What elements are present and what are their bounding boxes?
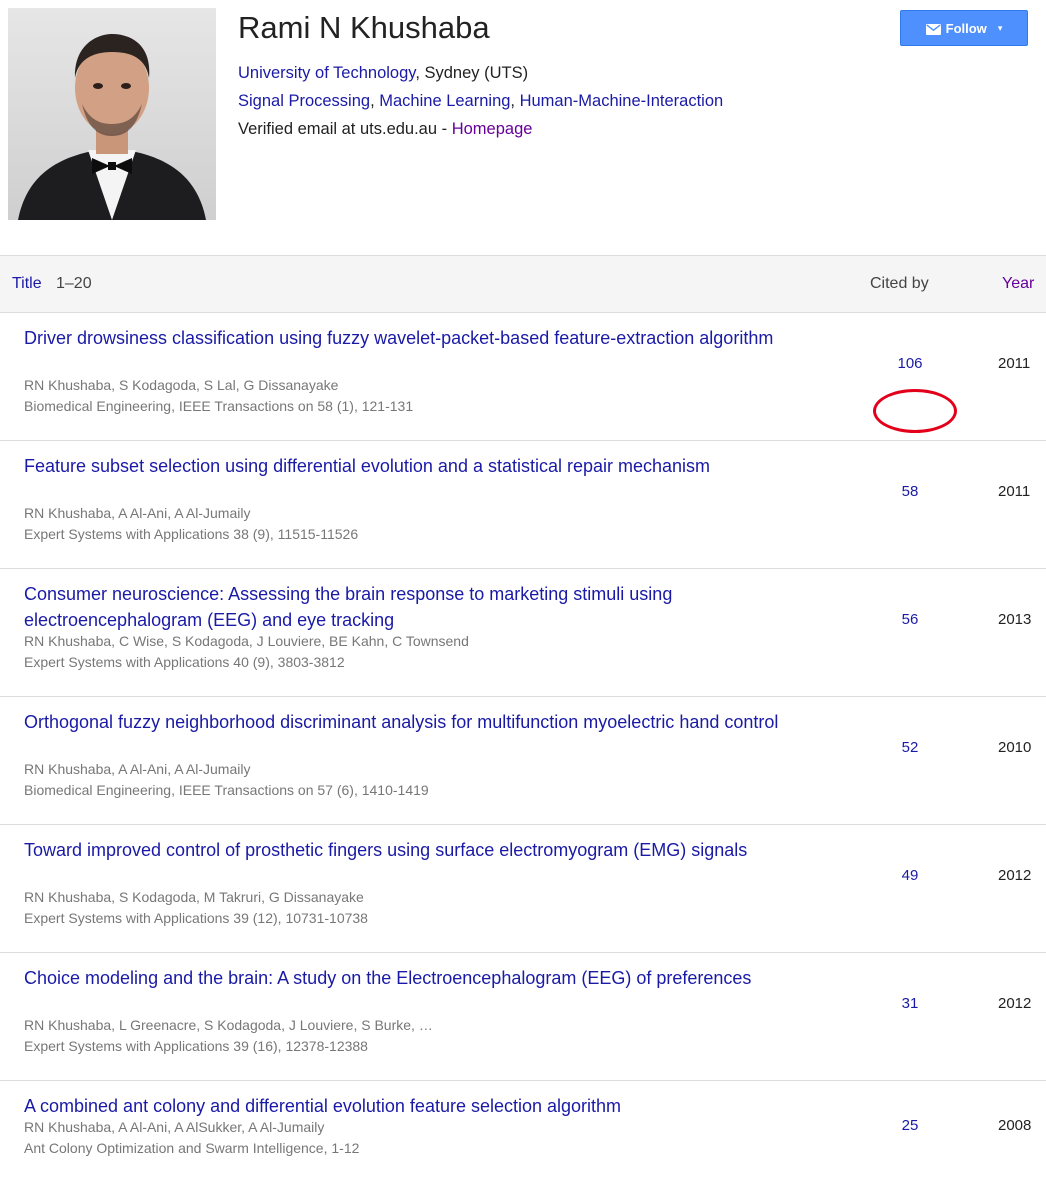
- publication-authors: RN Khushaba, C Wise, S Kodagoda, J Louvi…: [24, 633, 469, 649]
- interest-link[interactable]: Signal Processing: [238, 92, 370, 110]
- results-range: 1–20: [56, 275, 92, 292]
- publication-title-link[interactable]: Orthogonal fuzzy neighborhood discrimina…: [24, 709, 814, 735]
- follow-button[interactable]: Follow ▾: [900, 10, 1028, 46]
- publication-year: 2013: [998, 611, 1032, 628]
- cited-by-link[interactable]: 49: [880, 867, 940, 884]
- table-row: Toward improved control of prosthetic fi…: [0, 825, 1046, 953]
- affiliation-rest: , Sydney (UTS): [415, 64, 529, 82]
- profile-header: Rami N Khushaba University of Technology…: [0, 0, 1046, 230]
- publication-title-link[interactable]: Toward improved control of prosthetic fi…: [24, 837, 814, 863]
- red-highlight-circle: [873, 389, 957, 433]
- cited-by-link[interactable]: 52: [880, 739, 940, 756]
- publication-title-link[interactable]: Feature subset selection using different…: [24, 453, 814, 479]
- publication-authors: RN Khushaba, S Kodagoda, S Lal, G Dissan…: [24, 377, 339, 393]
- publication-venue: Ant Colony Optimization and Swarm Intell…: [24, 1140, 360, 1156]
- publication-venue: Expert Systems with Applications 40 (9),…: [24, 654, 345, 670]
- cited-by-link[interactable]: 25: [880, 1117, 940, 1134]
- publications-table: Title 1–20 Cited by Year Driver drowsine…: [0, 255, 1046, 1181]
- cited-by-link[interactable]: 56: [880, 611, 940, 628]
- publication-title-link[interactable]: Driver drowsiness classification using f…: [24, 325, 814, 351]
- affiliation-link[interactable]: University of Technology: [238, 64, 415, 82]
- table-row: Orthogonal fuzzy neighborhood discrimina…: [0, 697, 1046, 825]
- publication-authors: RN Khushaba, L Greenacre, S Kodagoda, J …: [24, 1017, 433, 1033]
- mail-icon: [925, 23, 941, 35]
- publication-title-link[interactable]: A combined ant colony and differential e…: [24, 1093, 814, 1119]
- publication-title-link[interactable]: Choice modeling and the brain: A study o…: [24, 965, 814, 991]
- publication-venue: Expert Systems with Applications 38 (9),…: [24, 526, 359, 542]
- person-photo-icon: [8, 8, 216, 220]
- email-line: Verified email at uts.edu.au - Homepage: [238, 120, 532, 139]
- cited-by-link[interactable]: 106: [880, 355, 940, 372]
- cited-by-link[interactable]: 58: [880, 483, 940, 500]
- publication-title-link[interactable]: Consumer neuroscience: Assessing the bra…: [24, 581, 814, 633]
- interest-link[interactable]: Machine Learning: [379, 92, 510, 110]
- email-text: Verified email at uts.edu.au -: [238, 120, 452, 138]
- publication-authors: RN Khushaba, A Al-Ani, A Al-Jumaily: [24, 761, 251, 777]
- table-row: A combined ant colony and differential e…: [0, 1081, 1046, 1181]
- publication-authors: RN Khushaba, A Al-Ani, A Al-Jumaily: [24, 505, 251, 521]
- cited-by-link[interactable]: 31: [880, 995, 940, 1012]
- publication-year: 2010: [998, 739, 1032, 756]
- publication-venue: Biomedical Engineering, IEEE Transaction…: [24, 398, 414, 414]
- interest-separator: ,: [370, 92, 380, 110]
- publication-venue: Biomedical Engineering, IEEE Transaction…: [24, 782, 429, 798]
- publication-year: 2008: [998, 1117, 1032, 1134]
- affiliation: University of Technology, Sydney (UTS): [238, 64, 528, 83]
- follow-label: Follow: [945, 20, 987, 36]
- publication-year: 2012: [998, 867, 1032, 884]
- profile-name: Rami N Khushaba: [238, 10, 490, 45]
- table-row: Consumer neuroscience: Assessing the bra…: [0, 569, 1046, 697]
- publication-venue: Expert Systems with Applications 39 (12)…: [24, 910, 368, 926]
- publication-year: 2012: [998, 995, 1032, 1012]
- table-row: Choice modeling and the brain: A study o…: [0, 953, 1046, 1081]
- publication-authors: RN Khushaba, S Kodagoda, M Takruri, G Di…: [24, 889, 364, 905]
- cited-by-header[interactable]: Cited by: [870, 256, 929, 312]
- table-header: Title 1–20 Cited by Year: [0, 255, 1046, 313]
- sort-by-year[interactable]: Year: [1002, 256, 1034, 312]
- publication-venue: Expert Systems with Applications 39 (16)…: [24, 1038, 368, 1054]
- table-row: Driver drowsiness classification using f…: [0, 313, 1046, 441]
- homepage-link[interactable]: Homepage: [452, 120, 533, 138]
- interest-separator: ,: [510, 92, 520, 110]
- table-row: Feature subset selection using different…: [0, 441, 1046, 569]
- interest-link[interactable]: Human-Machine-Interaction: [520, 92, 724, 110]
- chevron-down-icon: ▾: [997, 22, 1003, 33]
- publication-authors: RN Khushaba, A Al-Ani, A AlSukker, A Al-…: [24, 1119, 325, 1135]
- research-interests: Signal Processing, Machine Learning, Hum…: [238, 92, 723, 111]
- publication-year: 2011: [998, 483, 1031, 500]
- sort-by-title[interactable]: Title: [12, 256, 42, 312]
- publication-year: 2011: [998, 355, 1031, 372]
